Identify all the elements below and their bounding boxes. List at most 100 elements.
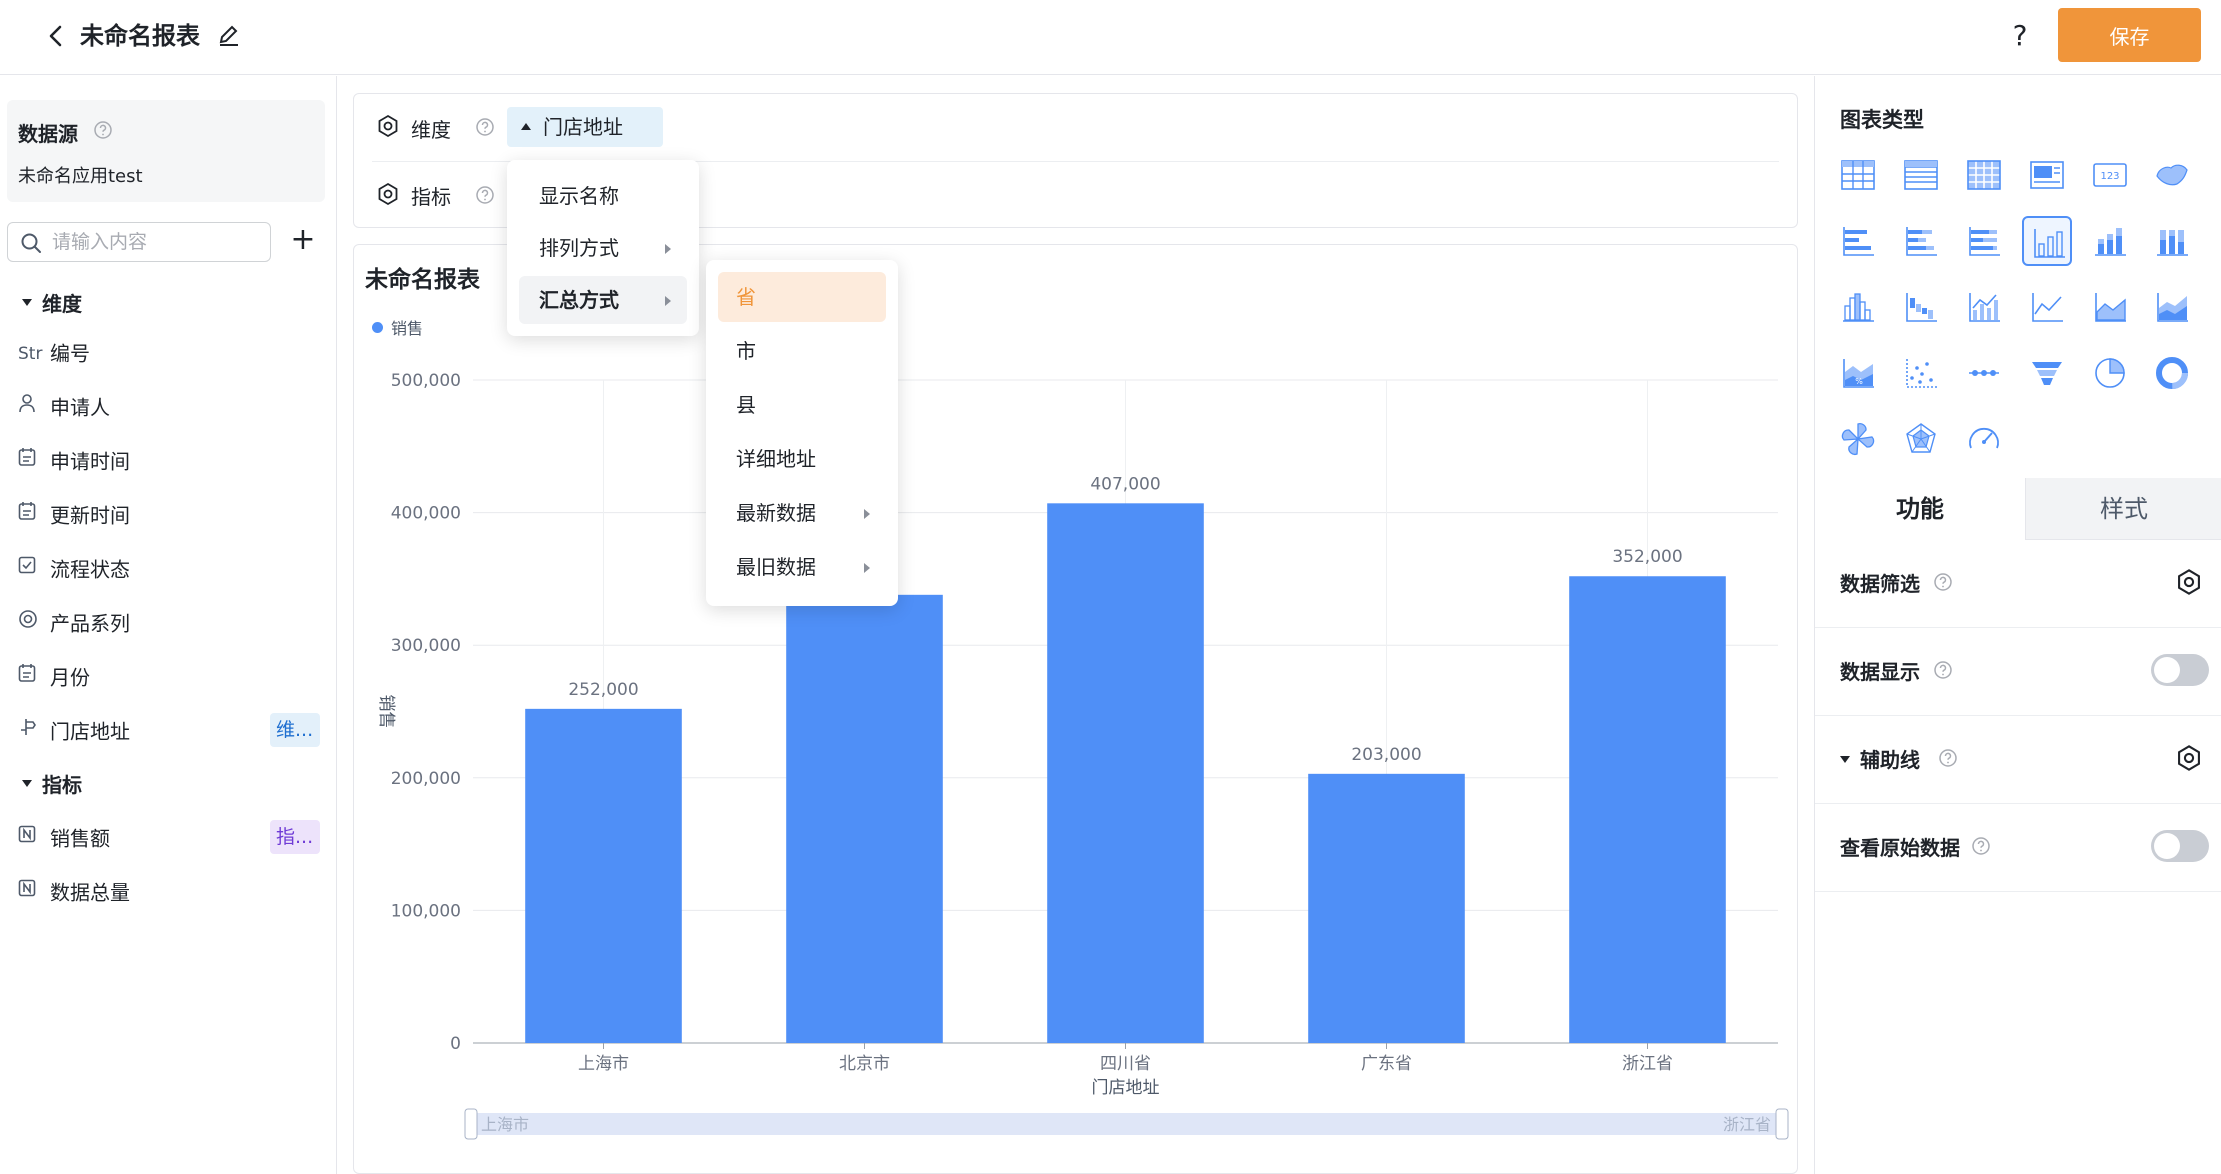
menu-item-oldest-data[interactable]: 最旧数据 (718, 542, 886, 592)
waterfall-icon[interactable] (1896, 282, 1946, 332)
bar-horizontal-icon-glyph (1843, 227, 1874, 256)
number-card-icon[interactable]: 123 (2085, 150, 2135, 200)
prop-label: 查看原始数据 (1840, 836, 1960, 860)
histogram-icon[interactable] (1833, 282, 1883, 332)
menu-item-detail-address[interactable]: 详细地址 (718, 434, 886, 484)
edit-pencil-icon[interactable] (214, 20, 244, 50)
bar-horizontal-percent-icon-glyph (1969, 227, 2000, 256)
dot-line-icon[interactable] (1959, 348, 2009, 398)
save-button[interactable]: 保存 (2058, 8, 2201, 62)
bar-horizontal-icon[interactable] (1833, 216, 1883, 266)
bar-vertical-icon-glyph (2034, 229, 2065, 258)
donut-icon[interactable] (2147, 348, 2197, 398)
bar-line-combo-icon[interactable] (1959, 282, 2009, 332)
line-icon[interactable] (2022, 282, 2072, 332)
rose-icon[interactable] (1833, 414, 1883, 464)
bar-horizontal-percent-icon[interactable] (1959, 216, 2009, 266)
data-label: 407,000 (1090, 474, 1160, 494)
y-tick-label: 100,000 (391, 901, 461, 921)
help-circle-icon[interactable] (1971, 836, 1991, 860)
data-label: 203,000 (1351, 745, 1421, 765)
bar-vertical-stacked-icon[interactable] (2085, 216, 2135, 266)
map-icon[interactable] (2147, 150, 2197, 200)
scatter-icon[interactable] (1896, 348, 1946, 398)
report-editor: 未命名报表 ? 保存 数据源 未命名应用test + 维度 Str编号 申请人 … (0, 0, 2221, 1174)
area-icon[interactable] (2085, 282, 2135, 332)
menu-item-county[interactable]: 县 (718, 380, 886, 430)
x-axis-title: 门店地址 (1092, 1078, 1160, 1098)
help-icon[interactable]: ? (2002, 16, 2038, 56)
metric-label: 指标 (411, 185, 451, 209)
donut-icon-glyph (2156, 357, 2188, 389)
field-item[interactable]: 流程状态 (18, 550, 318, 586)
guide-line-settings-icon[interactable] (2175, 744, 2203, 776)
radar-icon[interactable] (1896, 414, 1946, 464)
metric-group-header[interactable]: 指标 (22, 769, 82, 798)
caret-up-icon (521, 123, 531, 130)
field-item[interactable]: 数据总量 (18, 873, 318, 909)
menu-item-province[interactable]: 省 (718, 272, 886, 322)
prop-label: 数据显示 (1840, 660, 1920, 684)
card-icon-glyph (2030, 161, 2064, 189)
datasource-name[interactable]: 未命名应用test (18, 162, 143, 188)
filter-settings-icon[interactable] (2175, 568, 2203, 600)
caret-down-icon (22, 780, 32, 787)
y-tick-label: 500,000 (391, 371, 461, 391)
gauge-icon[interactable] (1959, 414, 2009, 464)
tab-function[interactable]: 功能 (1815, 478, 2025, 540)
field-item[interactable]: 申请人 (18, 388, 318, 424)
bar-vertical-icon[interactable] (2022, 216, 2072, 266)
line-icon-glyph (2032, 293, 2063, 322)
menu-item-latest-data[interactable]: 最新数据 (718, 488, 886, 538)
pie-icon-glyph (2095, 358, 2125, 388)
search-input[interactable] (52, 228, 262, 256)
stacked-area-icon[interactable] (2147, 282, 2197, 332)
help-circle-icon[interactable] (1938, 748, 1958, 772)
menu-item-display-name[interactable]: 显示名称 (519, 172, 687, 220)
data-display-toggle[interactable] (2151, 654, 2209, 686)
pivot-table-icon[interactable] (1959, 150, 2009, 200)
card-icon[interactable] (2022, 150, 2072, 200)
svg-text:%: % (1855, 377, 1863, 386)
metric-settings-icon[interactable] (376, 182, 400, 210)
field-item[interactable]: Str 编号 (18, 334, 318, 370)
field-item[interactable]: 更新时间 (18, 496, 318, 532)
gauge-icon-glyph (1969, 427, 1999, 449)
dimension-group-header[interactable]: 维度 (22, 288, 82, 317)
back-icon[interactable] (38, 18, 74, 54)
field-item[interactable]: 月份 (18, 658, 318, 694)
y-tick-label: 300,000 (391, 636, 461, 656)
dimension-context-menu: 显示名称 排列方式 汇总方式 (507, 160, 699, 336)
dimension-chip-store-address[interactable]: 门店地址 (507, 107, 663, 147)
bar (525, 708, 682, 1043)
funnel-icon[interactable] (2022, 348, 2072, 398)
add-field-button[interactable]: + (288, 222, 318, 258)
pie-icon[interactable] (2085, 348, 2135, 398)
x-tick-label: 浙江省 (1622, 1054, 1673, 1074)
field-item[interactable]: 产品系列 (18, 604, 318, 640)
help-circle-icon[interactable] (475, 117, 495, 141)
chart-type-title: 图表类型 (1840, 108, 1924, 132)
help-circle-icon[interactable] (475, 185, 495, 209)
bar-vertical-percent-icon[interactable] (2147, 216, 2197, 266)
field-search[interactable] (7, 222, 271, 262)
tab-style[interactable]: 样式 (2025, 478, 2221, 540)
view-raw-data-toggle[interactable] (2151, 830, 2209, 862)
funnel-icon-glyph (2032, 362, 2062, 385)
table-icon[interactable] (1833, 150, 1883, 200)
field-item[interactable]: 申请时间 (18, 442, 318, 478)
help-circle-icon[interactable] (1933, 660, 1953, 684)
bar-horizontal-stacked-icon[interactable] (1896, 216, 1946, 266)
prop-label[interactable]: 辅助线 (1840, 744, 1920, 773)
detail-table-icon[interactable] (1896, 150, 1946, 200)
number-type-icon (18, 875, 42, 911)
percent-area-icon[interactable]: % (1833, 348, 1883, 398)
menu-item-city[interactable]: 市 (718, 326, 886, 376)
help-circle-icon[interactable] (93, 120, 113, 144)
help-circle-icon[interactable] (1933, 572, 1953, 596)
calendar-icon (18, 660, 42, 696)
y-tick-label: 400,000 (391, 504, 461, 524)
dimension-settings-icon[interactable] (376, 114, 400, 142)
menu-item-sort[interactable]: 排列方式 (519, 224, 687, 272)
menu-item-aggregate[interactable]: 汇总方式 (519, 276, 687, 324)
